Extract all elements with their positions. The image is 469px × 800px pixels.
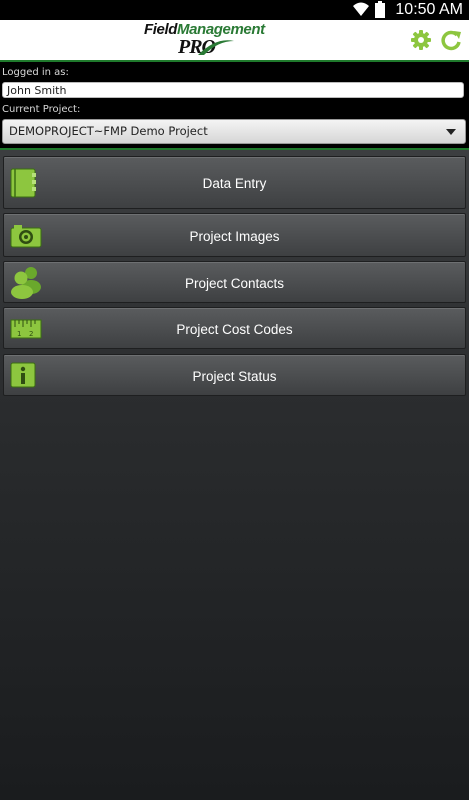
settings-button[interactable] [410,29,432,51]
project-contacts-label: Project Contacts [184,276,285,291]
project-cost-codes-button[interactable]: 1 2 Project Cost Codes [3,307,466,349]
logo-swoosh-icon [198,40,234,55]
project-cost-codes-label: Project Cost Codes [176,322,293,337]
clock: 10:50 AM [395,1,463,18]
current-project-label: Current Project: [2,104,81,115]
chevron-down-icon [446,129,456,135]
project-status-label: Project Status [192,369,277,384]
gear-icon [411,30,431,50]
refresh-button[interactable] [440,29,462,51]
data-entry-label: Data Entry [202,176,267,191]
wifi-icon [352,1,370,21]
project-status-button[interactable]: Project Status [3,354,466,396]
user-name-field[interactable]: John Smith [2,82,464,98]
logged-in-label: Logged in as: [2,67,69,78]
project-select[interactable]: DEMOPROJECT~FMP Demo Project [2,119,466,144]
project-images-button[interactable]: Project Images [3,213,466,257]
data-entry-button[interactable]: Data Entry [3,156,466,209]
status-bar: 10:50 AM [0,0,469,20]
app-logo: FieldManagement PRO [144,21,274,59]
refresh-icon [441,30,461,51]
project-contacts-button[interactable]: Project Contacts [3,261,466,303]
logo-text-field: Field [144,21,178,38]
project-images-label: Project Images [189,229,280,244]
battery-icon [374,1,386,22]
project-select-value: DEMOPROJECT~FMP Demo Project [9,124,208,138]
